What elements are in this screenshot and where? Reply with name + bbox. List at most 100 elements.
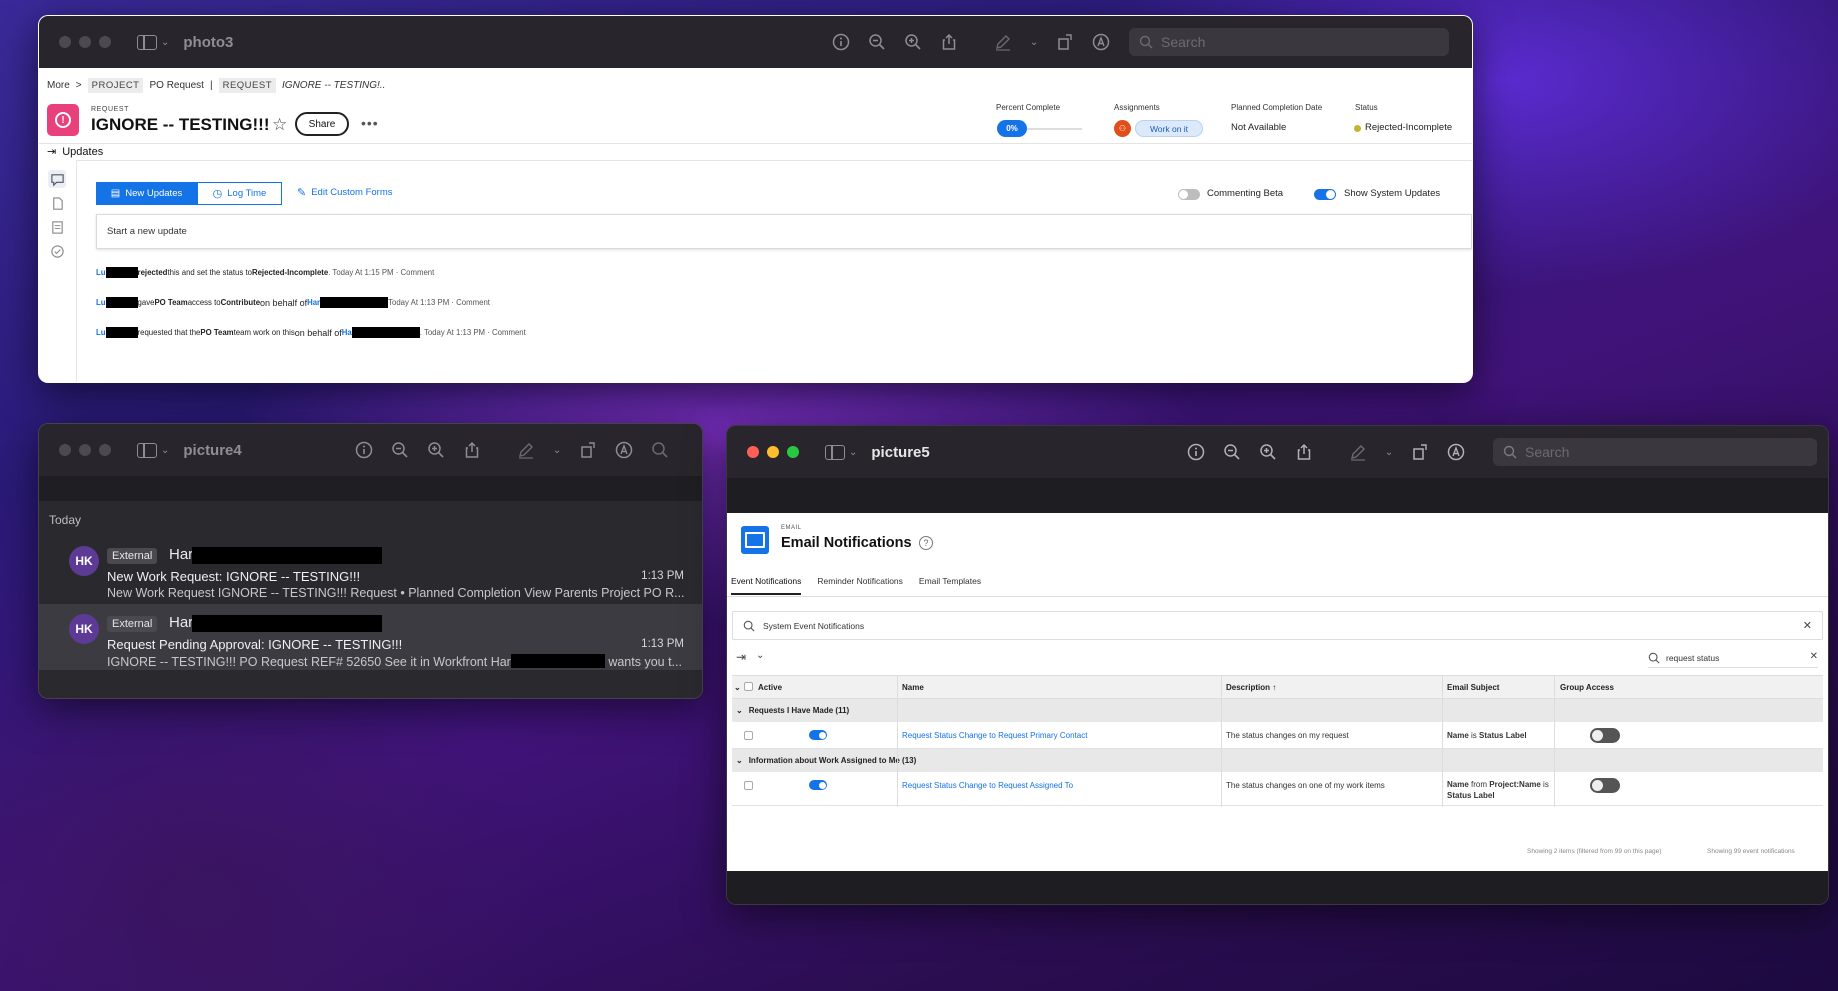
column-description[interactable]: Description ↑ bbox=[1226, 675, 1276, 699]
feed-comment-link[interactable]: · Comment bbox=[487, 328, 526, 337]
breadcrumb-project[interactable]: PO Request bbox=[149, 80, 203, 91]
markup-icon[interactable] bbox=[615, 441, 633, 459]
share-icon[interactable] bbox=[940, 33, 958, 51]
export-icon[interactable]: ⇥ bbox=[736, 650, 746, 664]
feed-user-name[interactable]: Lu bbox=[96, 328, 106, 337]
search-input[interactable]: Search bbox=[1129, 28, 1449, 56]
info-icon[interactable] bbox=[832, 33, 850, 51]
tab-event-notifications[interactable]: Event Notifications bbox=[731, 576, 802, 595]
sidebar-toggle-button[interactable]: ⌄ bbox=[825, 444, 857, 460]
markup-pen-icon[interactable] bbox=[517, 441, 535, 459]
zoom-out-icon[interactable] bbox=[1223, 443, 1241, 461]
document-icon[interactable] bbox=[48, 194, 66, 212]
row-checkbox[interactable] bbox=[744, 731, 753, 740]
sidebar-toggle-button[interactable]: ⌄ bbox=[137, 442, 169, 458]
zoom-out-icon[interactable] bbox=[391, 441, 409, 459]
share-icon[interactable] bbox=[463, 441, 481, 459]
tab-reminder-notifications[interactable]: Reminder Notifications bbox=[817, 576, 903, 595]
feed-comment-link[interactable]: · Comment bbox=[451, 298, 490, 307]
notes-icon[interactable] bbox=[48, 218, 66, 236]
active-toggle[interactable] bbox=[809, 730, 827, 740]
rotate-icon[interactable] bbox=[1411, 443, 1429, 461]
column-active[interactable]: Active bbox=[758, 675, 782, 699]
group-row[interactable]: ⌄ Information about Work Assigned to Me … bbox=[732, 749, 1823, 772]
breadcrumb-more[interactable]: More bbox=[47, 80, 70, 91]
close-icon[interactable]: ✕ bbox=[1810, 651, 1818, 662]
notification-name-link[interactable]: Request Status Change to Request Primary… bbox=[902, 731, 1087, 740]
arrow-right-icon[interactable]: ⇥ bbox=[47, 145, 56, 158]
close-button[interactable] bbox=[747, 446, 759, 458]
close-button[interactable] bbox=[59, 36, 71, 48]
zoom-in-icon[interactable] bbox=[427, 441, 445, 459]
list-item[interactable]: HK External Har New Work Request: IGNORE… bbox=[39, 536, 702, 602]
chevron-down-icon[interactable]: ⌄ bbox=[756, 650, 764, 661]
sidebar-toggle-button[interactable]: ⌄ bbox=[137, 34, 169, 50]
more-options-icon[interactable]: ••• bbox=[361, 115, 379, 131]
group-access-toggle[interactable] bbox=[1590, 728, 1620, 743]
chevron-down-icon[interactable]: ⌄ bbox=[736, 706, 743, 715]
table-row[interactable]: Request Status Change to Request Primary… bbox=[732, 722, 1823, 749]
table-row[interactable]: Request Status Change to Request Assigne… bbox=[732, 772, 1823, 806]
assignee-avatar[interactable]: ⚇ bbox=[1114, 120, 1131, 137]
column-group-access[interactable]: Group Access bbox=[1560, 675, 1614, 699]
markup-icon[interactable] bbox=[1447, 443, 1465, 461]
chevron-down-icon[interactable]: ⌄ bbox=[736, 756, 743, 765]
minimize-button[interactable] bbox=[79, 36, 91, 48]
column-name[interactable]: Name bbox=[902, 675, 924, 699]
tab-email-templates[interactable]: Email Templates bbox=[919, 576, 981, 595]
chevron-down-icon[interactable]: ⌄ bbox=[1385, 443, 1393, 461]
zoom-button[interactable] bbox=[99, 444, 111, 456]
row-checkbox[interactable] bbox=[744, 781, 753, 790]
rotate-icon[interactable] bbox=[579, 441, 597, 459]
active-toggle[interactable] bbox=[809, 780, 827, 790]
zoom-button[interactable] bbox=[99, 36, 111, 48]
tab-log-time[interactable]: ◷ Log Time bbox=[197, 182, 282, 205]
minimize-button[interactable] bbox=[79, 444, 91, 456]
zoom-in-icon[interactable] bbox=[1259, 443, 1277, 461]
list-item[interactable]: HK External Har Request Pending Approval… bbox=[39, 604, 702, 670]
share-button[interactable]: Share bbox=[295, 112, 349, 136]
star-icon[interactable]: ☆ bbox=[272, 115, 287, 135]
tab-new-updates[interactable]: ▤ New Updates bbox=[96, 182, 197, 205]
zoom-button[interactable] bbox=[787, 446, 799, 458]
approval-check-icon[interactable] bbox=[48, 242, 66, 260]
feed-comment-link[interactable]: · Comment bbox=[396, 268, 435, 277]
feed-user-name[interactable]: Lu bbox=[96, 268, 106, 277]
share-icon[interactable] bbox=[1295, 443, 1313, 461]
status-value[interactable]: Rejected-Incomplete bbox=[1365, 122, 1452, 133]
rotate-icon[interactable] bbox=[1056, 33, 1074, 51]
column-email-subject[interactable]: Email Subject bbox=[1447, 675, 1499, 699]
system-notifications-search[interactable]: System Event Notifications ✕ bbox=[732, 611, 1823, 640]
feed-user-name[interactable]: Lu bbox=[96, 298, 106, 307]
zoom-in-icon[interactable] bbox=[904, 33, 922, 51]
markup-icon[interactable] bbox=[1092, 33, 1110, 51]
search-icon[interactable] bbox=[651, 441, 669, 459]
group-row[interactable]: ⌄ Requests I Have Made (11) bbox=[732, 699, 1823, 722]
close-button[interactable] bbox=[59, 444, 71, 456]
search-input[interactable]: Search bbox=[1493, 438, 1817, 466]
chevron-down-icon[interactable]: ⌄ bbox=[734, 675, 741, 699]
show-system-updates-toggle[interactable] bbox=[1314, 189, 1336, 200]
notification-name-link[interactable]: Request Status Change to Request Assigne… bbox=[902, 781, 1073, 790]
breadcrumb-request[interactable]: IGNORE -- TESTING!.. bbox=[282, 80, 385, 91]
info-icon[interactable] bbox=[355, 441, 373, 459]
select-all-checkbox[interactable] bbox=[744, 682, 753, 691]
work-on-it-button[interactable]: Work on it bbox=[1135, 120, 1203, 137]
chevron-down-icon[interactable]: ⌄ bbox=[1030, 33, 1038, 51]
comments-icon[interactable] bbox=[48, 170, 66, 188]
info-icon[interactable] bbox=[1187, 443, 1205, 461]
close-icon[interactable]: ✕ bbox=[1803, 619, 1812, 632]
markup-pen-icon[interactable] bbox=[1349, 443, 1367, 461]
filter-search-input[interactable]: request status ✕ bbox=[1648, 648, 1818, 668]
feed-user-name[interactable]: Ha bbox=[342, 328, 352, 337]
markup-pen-icon[interactable] bbox=[994, 33, 1012, 51]
chevron-down-icon[interactable]: ⌄ bbox=[553, 441, 561, 459]
zoom-out-icon[interactable] bbox=[868, 33, 886, 51]
commenting-beta-toggle[interactable] bbox=[1178, 189, 1200, 200]
minimize-button[interactable] bbox=[767, 446, 779, 458]
new-update-input[interactable]: Start a new update bbox=[96, 214, 1472, 249]
feed-user-name[interactable]: Har bbox=[307, 298, 320, 307]
group-access-toggle[interactable] bbox=[1590, 778, 1620, 793]
help-icon[interactable]: ? bbox=[919, 536, 933, 550]
edit-custom-forms-link[interactable]: ✎ Edit Custom Forms bbox=[297, 186, 393, 199]
